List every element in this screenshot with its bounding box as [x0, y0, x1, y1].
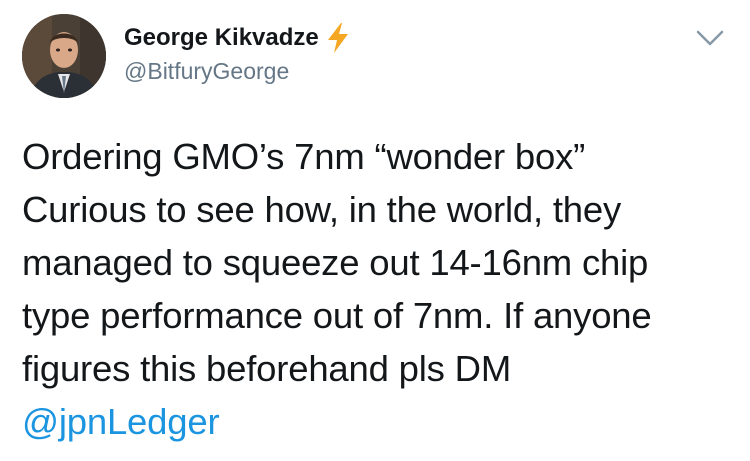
tweet-text-line: type performance out of 7nm. If anyone [22, 295, 652, 336]
tweet-text-line: Ordering GMO’s 7nm “wonder box” [22, 136, 586, 177]
author-handle[interactable]: @BitfuryGeorge [124, 58, 289, 85]
tweet-card: George Kikvadze @BitfuryGeorge Ordering … [0, 0, 750, 461]
tweet-text-line: managed to squeeze out 14-16nm chip [22, 242, 649, 283]
tweet-text-line: figures this beforehand pls DM [22, 348, 512, 389]
avatar[interactable] [22, 14, 106, 98]
lightning-bolt-icon [325, 22, 351, 54]
author-display-name[interactable]: George Kikvadze [124, 24, 319, 52]
mention-link[interactable]: @jpnLedger [22, 401, 220, 442]
author-name-row: George Kikvadze [124, 22, 351, 54]
tweet-text: Ordering GMO’s 7nm “wonder box” Curious … [22, 130, 737, 448]
tweet-text-line: Curious to see how, in the world, they [22, 189, 622, 230]
chevron-down-icon[interactable] [692, 24, 728, 52]
